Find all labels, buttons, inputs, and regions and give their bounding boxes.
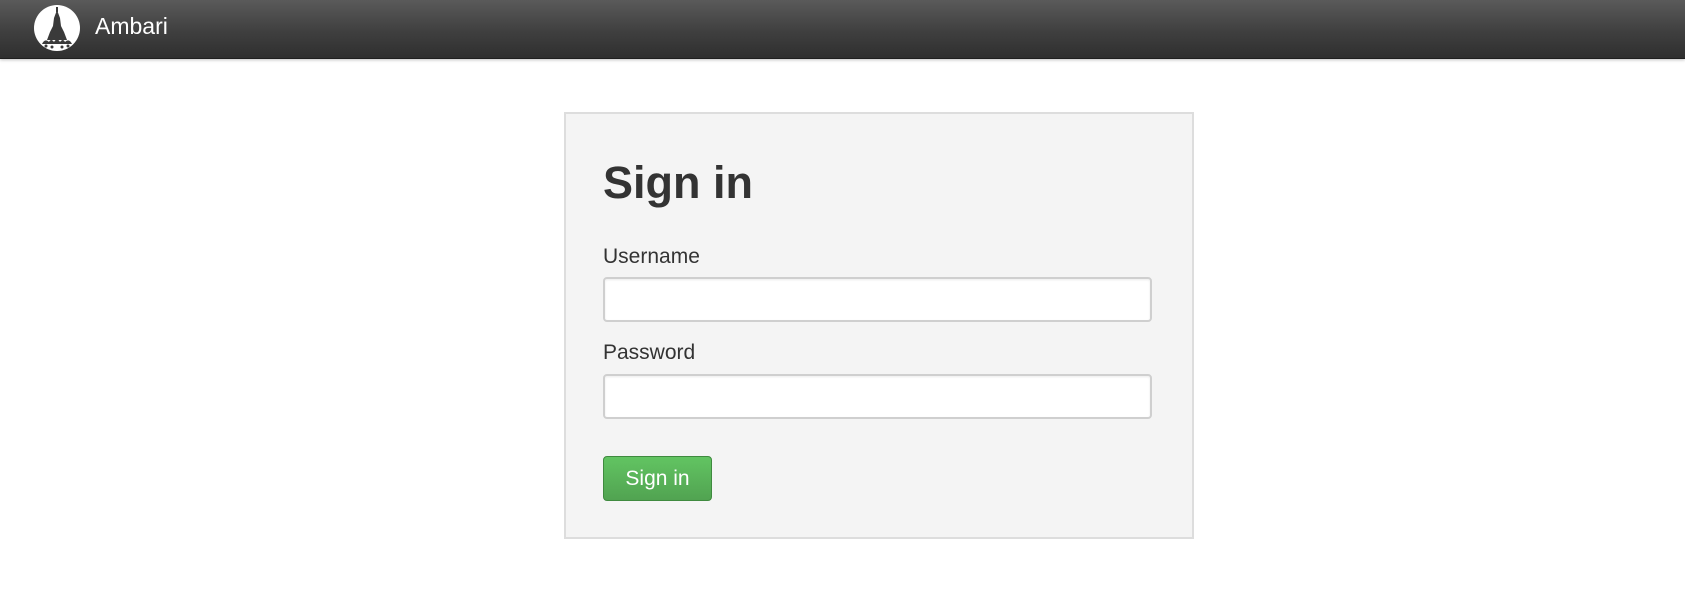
username-input[interactable] [603,277,1152,322]
sign-in-button[interactable]: Sign in [603,456,712,501]
username-label: Username [603,245,700,268]
ambari-logo-icon[interactable] [33,4,81,52]
brand-name[interactable]: Ambari [95,12,168,40]
page-title: Sign in [603,157,753,208]
password-label: Password [603,341,696,364]
password-input[interactable] [603,374,1152,419]
login-panel: Sign in Username Password Sign in [564,112,1194,539]
top-navbar: Ambari [0,0,1685,59]
